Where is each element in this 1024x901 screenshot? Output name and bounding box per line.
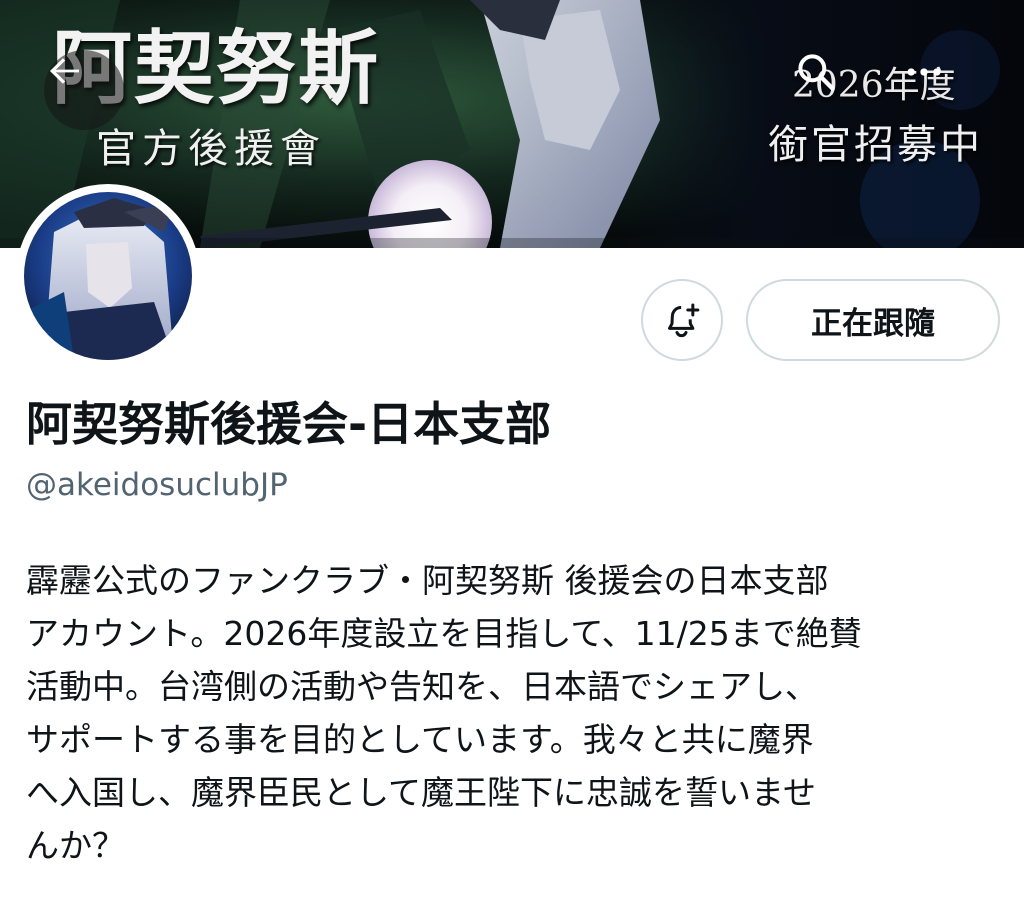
bio-line: 霹靂公式のファンクラブ・阿契努斯 後援会の日本支部 — [26, 561, 829, 600]
bio-line: 活動中。台湾側の活動や告知を、日本語でシェアし、 — [26, 667, 818, 706]
user-handle: @akeidosuclubJP — [26, 467, 288, 503]
bio-line: へ入国し、魔界臣民として魔王陛下に忠誠を誓いませ — [26, 773, 817, 812]
following-button[interactable]: 正在跟隨 — [746, 279, 1000, 361]
search-icon — [798, 54, 835, 91]
profile-page: 阿契努斯 官方後援會 2026年度 銜官招募中 正在跟隨 阿契努斯後援会-日本支… — [0, 0, 1024, 901]
notifications-button[interactable] — [641, 279, 723, 361]
profile-bio: 霹靂公式のファンクラブ・阿契努斯 後援会の日本支部 アカウント。2026年度設立… — [26, 554, 986, 872]
back-button[interactable] — [44, 50, 124, 130]
bio-line: アカウント。2026年度設立を目指して、11/25まで絶賛 — [26, 614, 862, 653]
display-name: 阿契努斯後援会-日本支部 — [26, 397, 552, 451]
banner-subtitle: 官方後援會 — [96, 126, 326, 172]
bio-line: んか？ — [26, 826, 125, 865]
bell-plus-icon — [668, 303, 700, 338]
arrow-left-icon — [49, 58, 79, 84]
more-icon — [907, 68, 941, 76]
avatar-image — [24, 192, 192, 360]
search-button[interactable] — [794, 50, 874, 130]
avatar[interactable] — [16, 184, 200, 368]
bio-line: サポートする事を目的としています。我々と共に魔界 — [26, 720, 814, 759]
more-button[interactable] — [902, 50, 982, 130]
